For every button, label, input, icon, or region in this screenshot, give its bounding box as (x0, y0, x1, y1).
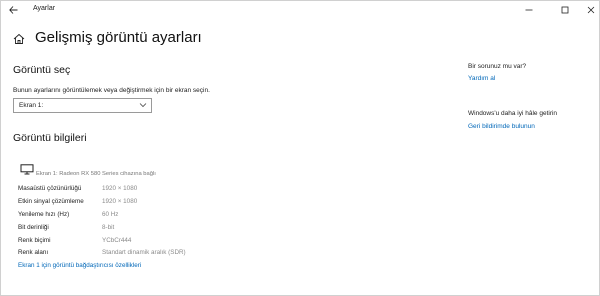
adapter-properties-link[interactable]: Ekran 1 için görüntü bağdaştırıcısı özel… (18, 262, 141, 269)
dropdown-value: Ekran 1: (19, 102, 44, 109)
home-icon[interactable] (13, 32, 25, 44)
settings-window: Ayarlar Gelişmiş görüntü ayarları Görünt… (0, 0, 600, 296)
property-label: Etkin sinyal çözümleme (18, 198, 84, 205)
give-feedback-link[interactable]: Geri bildirimde bulunun (468, 123, 535, 130)
section-heading-select-display: Görüntü seç (13, 64, 71, 76)
property-label: Masaüstü çözünürlüğü (18, 185, 82, 192)
title-bar: Ayarlar (1, 1, 599, 19)
app-title: Ayarlar (33, 5, 56, 12)
close-icon[interactable] (584, 3, 598, 17)
chevron-down-icon (139, 102, 147, 110)
section-heading-display-info: Görüntü bilgileri (13, 132, 87, 144)
property-value: 1920 × 1080 (102, 185, 138, 192)
property-value: 60 Hz (102, 211, 119, 218)
property-value: YCbCr444 (102, 237, 132, 244)
monitor-icon (20, 162, 34, 175)
back-arrow-icon[interactable] (7, 4, 19, 16)
instruction-text: Bunun ayarlarını görüntülemek veya değiş… (13, 87, 210, 94)
improve-windows-text: Windows'u daha iyi hâle getirin (468, 110, 558, 117)
display-select-dropdown[interactable]: Ekran 1: (13, 98, 152, 113)
property-value: Standart dinamik aralık (SDR) (102, 249, 186, 256)
property-label: Yenileme hızı (Hz) (18, 211, 70, 218)
property-label: Renk alanı (18, 249, 49, 256)
property-label: Bit derinliği (18, 224, 49, 231)
property-value: 8-bit (102, 224, 115, 231)
monitor-caption: Ekran 1: Radeon RX 580 Series cihazına b… (36, 171, 156, 177)
maximize-icon[interactable] (558, 3, 572, 17)
property-value: 1920 × 1080 (102, 198, 138, 205)
get-help-link[interactable]: Yardım al (468, 75, 495, 82)
help-question-text: Bir sorunuz mu var? (468, 63, 527, 70)
page-title: Gelişmiş görüntü ayarları (35, 29, 202, 46)
property-label: Renk biçimi (18, 237, 51, 244)
minimize-icon[interactable] (522, 3, 536, 17)
